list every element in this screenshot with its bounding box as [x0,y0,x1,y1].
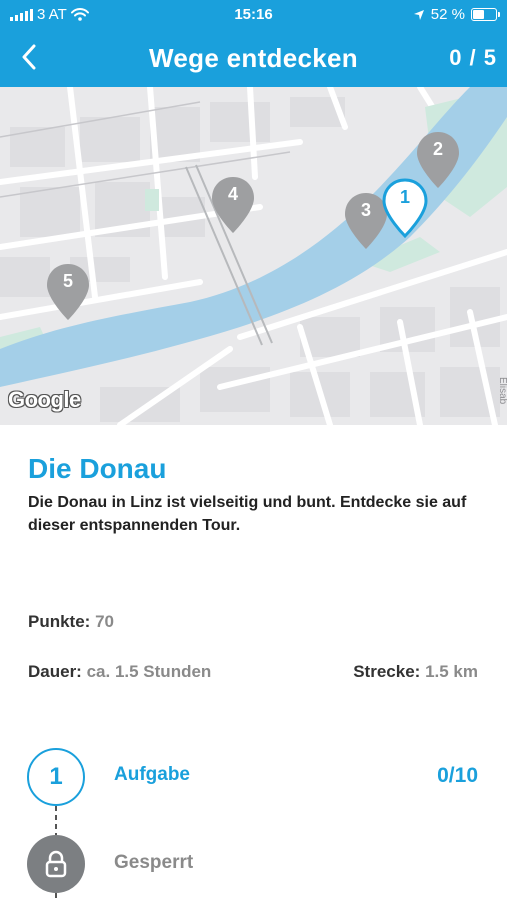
app-header: 3 AT 15:16 52 % Wege entdecken 0 / 5 [0,0,507,87]
map-view[interactable]: Elisab 2 3 1 4 5 Google [0,87,507,425]
points-label: Punkte: [28,612,91,631]
location-arrow-icon [413,9,424,20]
marker-label: 5 [62,271,73,291]
nav-bar: Wege entdecken 0 / 5 [0,30,507,87]
status-bar: 3 AT 15:16 52 % [0,0,507,30]
marker-label: 2 [432,139,443,159]
duration-row: Dauer: ca. 1.5 Stunden [28,662,211,682]
task-label[interactable]: Aufgabe [114,764,190,786]
marker-label: 1 [399,187,410,207]
battery-icon [471,8,500,21]
distance-value: 1.5 km [425,662,478,681]
step-connector [55,806,57,835]
step-connector [55,893,57,900]
marker-label: 4 [227,184,238,204]
duration-value: ca. 1.5 Stunden [86,662,212,681]
battery-percent: 52 % [430,6,465,23]
map-marker-5[interactable]: 5 [45,262,91,322]
lock-icon [45,850,67,878]
map-marker-4[interactable]: 4 [210,175,256,235]
map-marker-1[interactable]: 1 [382,178,428,238]
distance-row: Strecke: 1.5 km [353,662,478,682]
step-number: 1 [49,763,63,790]
distance-label: Strecke: [353,662,421,681]
points-value: 70 [95,612,114,631]
street-label: Elisab [497,377,507,405]
status-right: 52 % [413,6,500,23]
points-row: Punkte: 70 [28,612,114,632]
step-1-circle[interactable]: 1 [27,748,85,806]
tour-title: Die Donau [28,453,167,484]
tour-description: Die Donau in Linz ist vielseitig und bun… [28,494,467,534]
page-title: Wege entdecken [149,43,358,73]
duration-label: Dauer: [28,662,82,681]
progress-counter: 0 / 5 [449,45,497,70]
task-score: 0/10 [437,764,478,787]
google-logo: Google [8,387,81,412]
locked-step-circle [27,835,85,893]
locked-label: Gesperrt [114,852,194,873]
